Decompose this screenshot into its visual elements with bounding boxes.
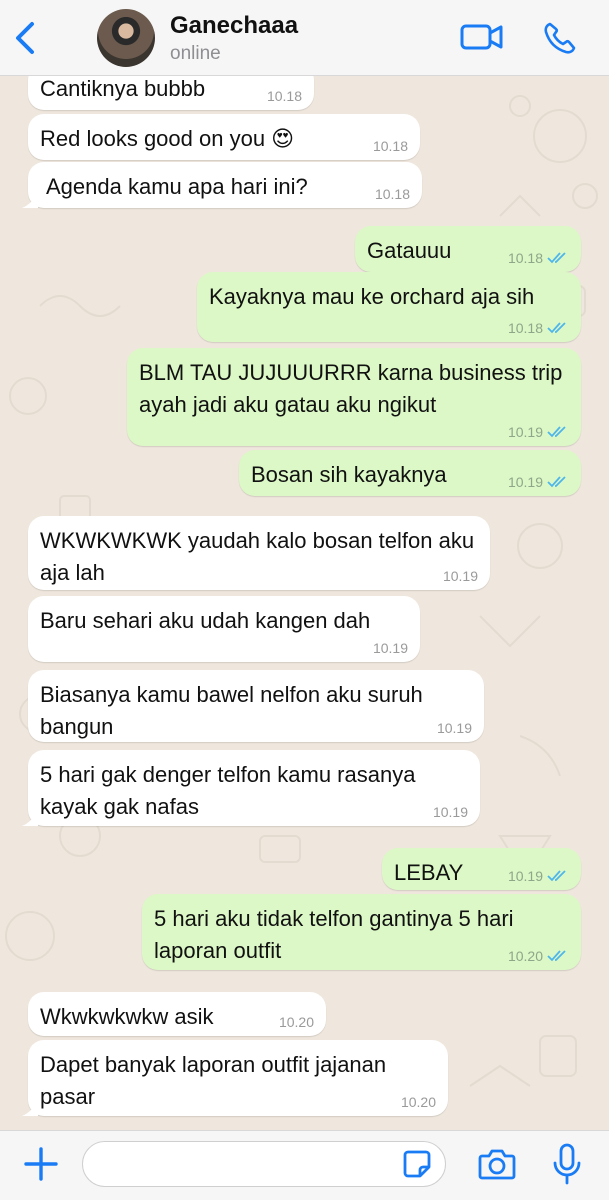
message-text: LEBAY bbox=[394, 860, 464, 885]
message-meta: 10.20 bbox=[279, 1014, 314, 1030]
message-time: 10.19 bbox=[507, 424, 543, 440]
phone-icon bbox=[544, 22, 576, 54]
message-meta: 10.19 bbox=[373, 640, 408, 656]
message-time: 10.20 bbox=[400, 1094, 436, 1110]
message-text: 5 hari aku tidak telfon gantinya 5 hari … bbox=[154, 906, 514, 963]
message-text: Agenda kamu apa hari ini? bbox=[46, 174, 308, 199]
back-button[interactable] bbox=[10, 20, 40, 56]
read-receipt-icon bbox=[547, 322, 566, 334]
microphone-button[interactable] bbox=[552, 1143, 582, 1185]
message-bubble-incoming[interactable]: Biasanya kamu bawel nelfon aku suruh ban… bbox=[28, 670, 484, 742]
message-meta: 10.20 bbox=[401, 1094, 436, 1110]
message-bubble-incoming[interactable]: Baru sehari aku udah kangen dah 10.19 bbox=[28, 596, 420, 662]
message-time: 10.19 bbox=[507, 868, 543, 884]
message-time: 10.19 bbox=[436, 720, 472, 736]
message-meta: 10.19 bbox=[508, 424, 569, 440]
contact-avatar[interactable] bbox=[97, 9, 155, 67]
message-bubble-incoming[interactable]: Agenda kamu apa hari ini? 10.18 bbox=[22, 162, 422, 208]
bubble-tail bbox=[22, 192, 38, 208]
plus-icon bbox=[24, 1147, 58, 1181]
voice-call-button[interactable] bbox=[542, 20, 578, 56]
message-text: 5 hari gak denger telfon kamu rasanya ka… bbox=[40, 762, 416, 819]
message-time: 10.19 bbox=[372, 640, 408, 656]
message-meta: 10.19 bbox=[437, 720, 472, 736]
sticker-button[interactable] bbox=[402, 1149, 432, 1179]
message-meta: 10.19 bbox=[508, 474, 569, 490]
message-meta: 10.18 bbox=[373, 138, 408, 154]
read-receipt-icon bbox=[547, 252, 566, 264]
chevron-left-icon bbox=[16, 22, 34, 54]
message-text: WKWKWKWK yaudah kalo bosan telfon aku aj… bbox=[40, 528, 475, 585]
message-text: Cantiknya bubbb bbox=[40, 76, 206, 101]
microphone-icon bbox=[553, 1143, 581, 1185]
message-time: 10.19 bbox=[507, 474, 543, 490]
message-meta: 10.18 bbox=[267, 88, 302, 104]
message-text: Biasanya kamu bawel nelfon aku suruh ban… bbox=[40, 682, 423, 739]
message-bubble-outgoing[interactable]: Bosan sih kayaknya 10.19 bbox=[239, 450, 581, 496]
message-bubble-incoming[interactable]: Dapet banyak laporan outfit jajanan pasa… bbox=[22, 1040, 448, 1116]
message-meta: 10.18 bbox=[508, 250, 569, 266]
message-time: 10.18 bbox=[507, 250, 543, 266]
message-meta: 10.18 bbox=[375, 186, 410, 202]
message-time: 10.18 bbox=[372, 138, 408, 154]
message-meta: 10.20 bbox=[508, 948, 569, 964]
message-list[interactable]: Cantiknya bubbb 10.18 Red looks good on … bbox=[0, 76, 609, 1130]
message-text: Wkwkwkwkw asik bbox=[40, 1004, 214, 1029]
chat-header: Ganechaaa online bbox=[0, 0, 609, 76]
message-bubble-incoming[interactable]: Red looks good on you 😍 10.18 bbox=[28, 114, 420, 160]
camera-button[interactable] bbox=[478, 1147, 516, 1181]
video-camera-icon bbox=[460, 24, 503, 50]
camera-icon bbox=[478, 1149, 516, 1180]
contact-name[interactable]: Ganechaaa bbox=[170, 12, 298, 40]
message-bubble-incoming[interactable]: WKWKWKWK yaudah kalo bosan telfon aku aj… bbox=[28, 516, 490, 590]
message-time: 10.18 bbox=[374, 186, 410, 202]
message-text: Dapet banyak laporan outfit jajanan pasa… bbox=[40, 1052, 387, 1109]
message-time: 10.18 bbox=[266, 88, 302, 104]
message-bubble-outgoing[interactable]: Gatauuu 10.18 bbox=[355, 226, 581, 272]
message-bubble-outgoing[interactable]: LEBAY 10.19 bbox=[382, 848, 581, 890]
message-meta: 10.19 bbox=[433, 804, 468, 820]
attach-button[interactable] bbox=[22, 1145, 60, 1183]
read-receipt-icon bbox=[547, 870, 566, 882]
message-bubble-outgoing[interactable]: Kayaknya mau ke orchard aja sih 10.18 bbox=[197, 272, 581, 342]
message-text: Baru sehari aku udah kangen dah bbox=[40, 608, 371, 633]
video-call-button[interactable] bbox=[460, 20, 504, 54]
message-bubble-incoming[interactable]: Cantiknya bubbb 10.18 bbox=[28, 76, 314, 110]
message-text: Bosan sih kayaknya bbox=[251, 462, 447, 487]
message-input[interactable] bbox=[82, 1141, 446, 1187]
message-bubble-incoming[interactable]: 5 hari gak denger telfon kamu rasanya ka… bbox=[22, 750, 480, 826]
message-meta: 10.18 bbox=[508, 320, 569, 336]
bubble-tail bbox=[22, 810, 38, 826]
message-time: 10.19 bbox=[432, 804, 468, 820]
composer-bar bbox=[0, 1130, 609, 1200]
message-bubble-incoming[interactable]: Wkwkwkwkw asik 10.20 bbox=[28, 992, 326, 1036]
message-text: Gatauuu bbox=[367, 238, 452, 263]
message-time: 10.20 bbox=[507, 948, 543, 964]
message-bubble-outgoing[interactable]: 5 hari aku tidak telfon gantinya 5 hari … bbox=[142, 894, 581, 970]
message-meta: 10.19 bbox=[508, 868, 569, 884]
message-text: Red looks good on you 😍 bbox=[40, 126, 295, 151]
message-bubble-outgoing[interactable]: BLM TAU JUJUUURRR karna business trip ay… bbox=[127, 348, 581, 446]
message-text: BLM TAU JUJUUURRR karna business trip ay… bbox=[139, 360, 563, 417]
contact-status: online bbox=[170, 43, 221, 64]
message-text: Kayaknya mau ke orchard aja sih bbox=[209, 284, 535, 309]
read-receipt-icon bbox=[547, 476, 566, 488]
message-time: 10.19 bbox=[442, 568, 478, 584]
read-receipt-icon bbox=[547, 950, 566, 962]
message-meta: 10.19 bbox=[443, 568, 478, 584]
read-receipt-icon bbox=[547, 426, 566, 438]
message-time: 10.18 bbox=[507, 320, 543, 336]
message-time: 10.20 bbox=[278, 1014, 314, 1030]
sticker-icon bbox=[403, 1150, 431, 1178]
bubble-tail bbox=[22, 1100, 38, 1116]
